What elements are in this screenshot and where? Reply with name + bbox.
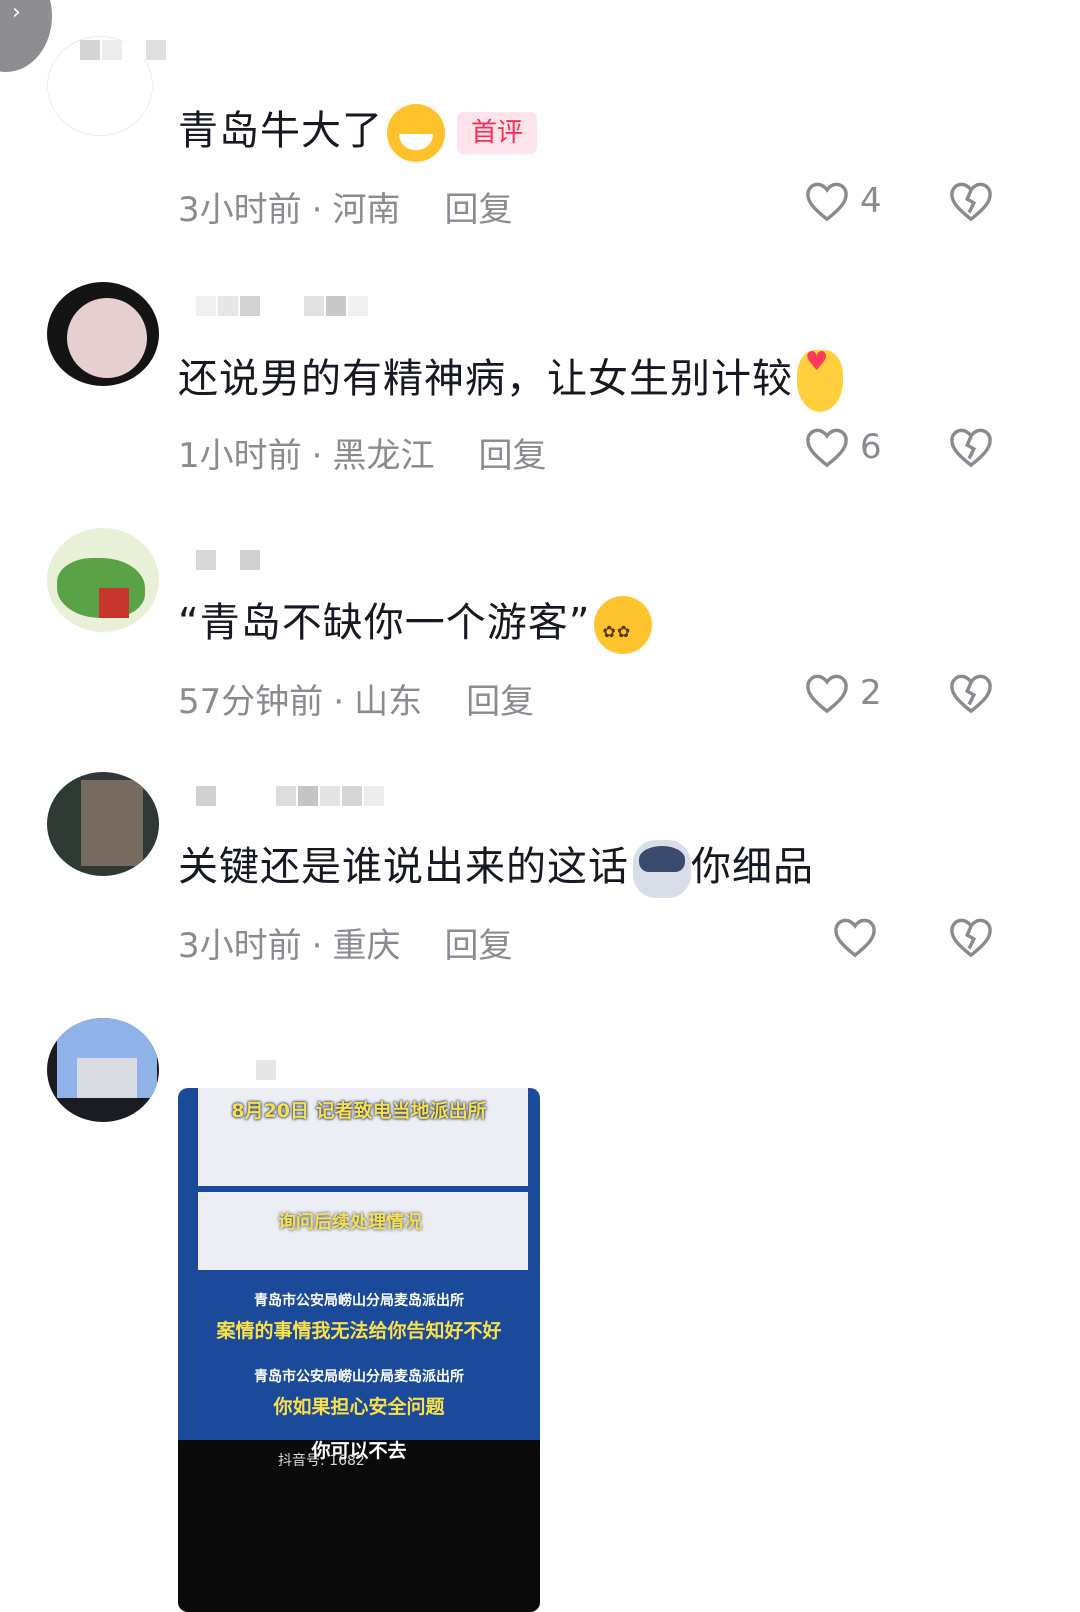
reply-button[interactable]: 回复 <box>444 190 512 230</box>
video-caption-quote: 案情的事情我无法给你告知好不好 <box>216 1320 502 1342</box>
chevron-right-icon: › <box>12 0 21 25</box>
avatar[interactable] <box>47 772 159 876</box>
username-blurred <box>80 40 168 60</box>
avatar[interactable] <box>47 282 159 386</box>
meta-separator: · <box>311 190 323 230</box>
heart-icon <box>834 918 876 958</box>
video-caption-subtitle: 询问后续处理情况 <box>278 1212 422 1233</box>
video-caption-source: 青岛市公安局崂山分局麦岛派出所 <box>254 1369 464 1385</box>
video-screenshot-image[interactable]: 8月20日 记者致电当地派出所 询问后续处理情况 青岛市公安局崂山分局麦岛派出所… <box>178 1088 540 1612</box>
heart-icon <box>806 182 848 222</box>
heart-hand-emoji-icon <box>797 336 843 412</box>
video-caption-source: 青岛市公安局崂山分局麦岛派出所 <box>254 1293 464 1309</box>
comment-time: 3小时前 <box>178 926 302 966</box>
comment-time: 1小时前 <box>178 436 302 476</box>
reply-button[interactable]: 回复 <box>466 682 534 722</box>
grinning-face-emoji-icon <box>387 104 445 162</box>
avatar[interactable] <box>47 528 159 632</box>
like-button[interactable]: 2 <box>804 672 882 714</box>
comment-text: “青岛不缺你一个游客” <box>178 596 653 658</box>
username-blurred <box>196 296 370 316</box>
reply-button[interactable]: 回复 <box>478 436 546 476</box>
dislike-button[interactable] <box>948 916 994 962</box>
heart-icon <box>806 428 848 468</box>
dog-face-emoji-icon <box>633 840 691 898</box>
heart-icon <box>806 674 848 714</box>
douyin-watermark: 抖音号: 1682 <box>278 1453 365 1469</box>
comment-text: 关键还是谁说出来的这话 你细品 <box>178 840 814 898</box>
comment-text: 还说男的有精神病，让女生别计较 <box>178 336 843 412</box>
avatar[interactable] <box>47 1018 159 1122</box>
dislike-button[interactable] <box>948 426 994 472</box>
username-blurred <box>256 1060 278 1080</box>
like-count: 6 <box>860 427 882 467</box>
like-count: 4 <box>860 181 882 221</box>
comment-time: 57分钟前 <box>178 682 324 722</box>
comment-text: 青岛牛大了 首评 <box>178 104 538 162</box>
meta-separator: · <box>311 926 323 966</box>
like-button[interactable] <box>832 916 878 958</box>
video-caption-quote: 你如果担心安全问题 <box>273 1396 445 1418</box>
broken-heart-icon <box>950 674 992 714</box>
meta-separator: · <box>333 682 345 722</box>
back-button[interactable]: › <box>0 0 52 72</box>
reply-button[interactable]: 回复 <box>444 926 512 966</box>
username-blurred <box>196 786 386 806</box>
comment-time: 3小时前 <box>178 190 302 230</box>
like-button[interactable]: 4 <box>804 180 882 222</box>
like-count: 2 <box>860 673 882 713</box>
broken-heart-icon <box>950 182 992 222</box>
comment-meta: 3小时前 · 河南 回复 <box>178 182 512 231</box>
video-caption-header: 8月20日 记者致电当地派出所 <box>231 1100 487 1122</box>
like-button[interactable]: 6 <box>804 426 882 468</box>
first-comment-badge: 首评 <box>457 112 538 154</box>
comment-location: 重庆 <box>332 926 401 966</box>
comment-meta: 3小时前 · 重庆 回复 <box>178 918 512 967</box>
broken-heart-icon <box>950 428 992 468</box>
broken-heart-icon <box>950 918 992 958</box>
comment-location: 河南 <box>332 190 401 230</box>
comment-location: 黑龙江 <box>332 436 435 476</box>
meta-separator: · <box>311 436 323 476</box>
comment-meta: 1小时前 · 黑龙江 回复 <box>178 428 546 477</box>
username-blurred <box>196 550 262 570</box>
dislike-button[interactable] <box>948 672 994 718</box>
comment-meta: 57分钟前 · 山东 回复 <box>178 674 534 723</box>
comment-location: 山东 <box>354 682 423 722</box>
dislike-button[interactable] <box>948 180 994 226</box>
dizzy-face-emoji-icon <box>594 596 653 658</box>
